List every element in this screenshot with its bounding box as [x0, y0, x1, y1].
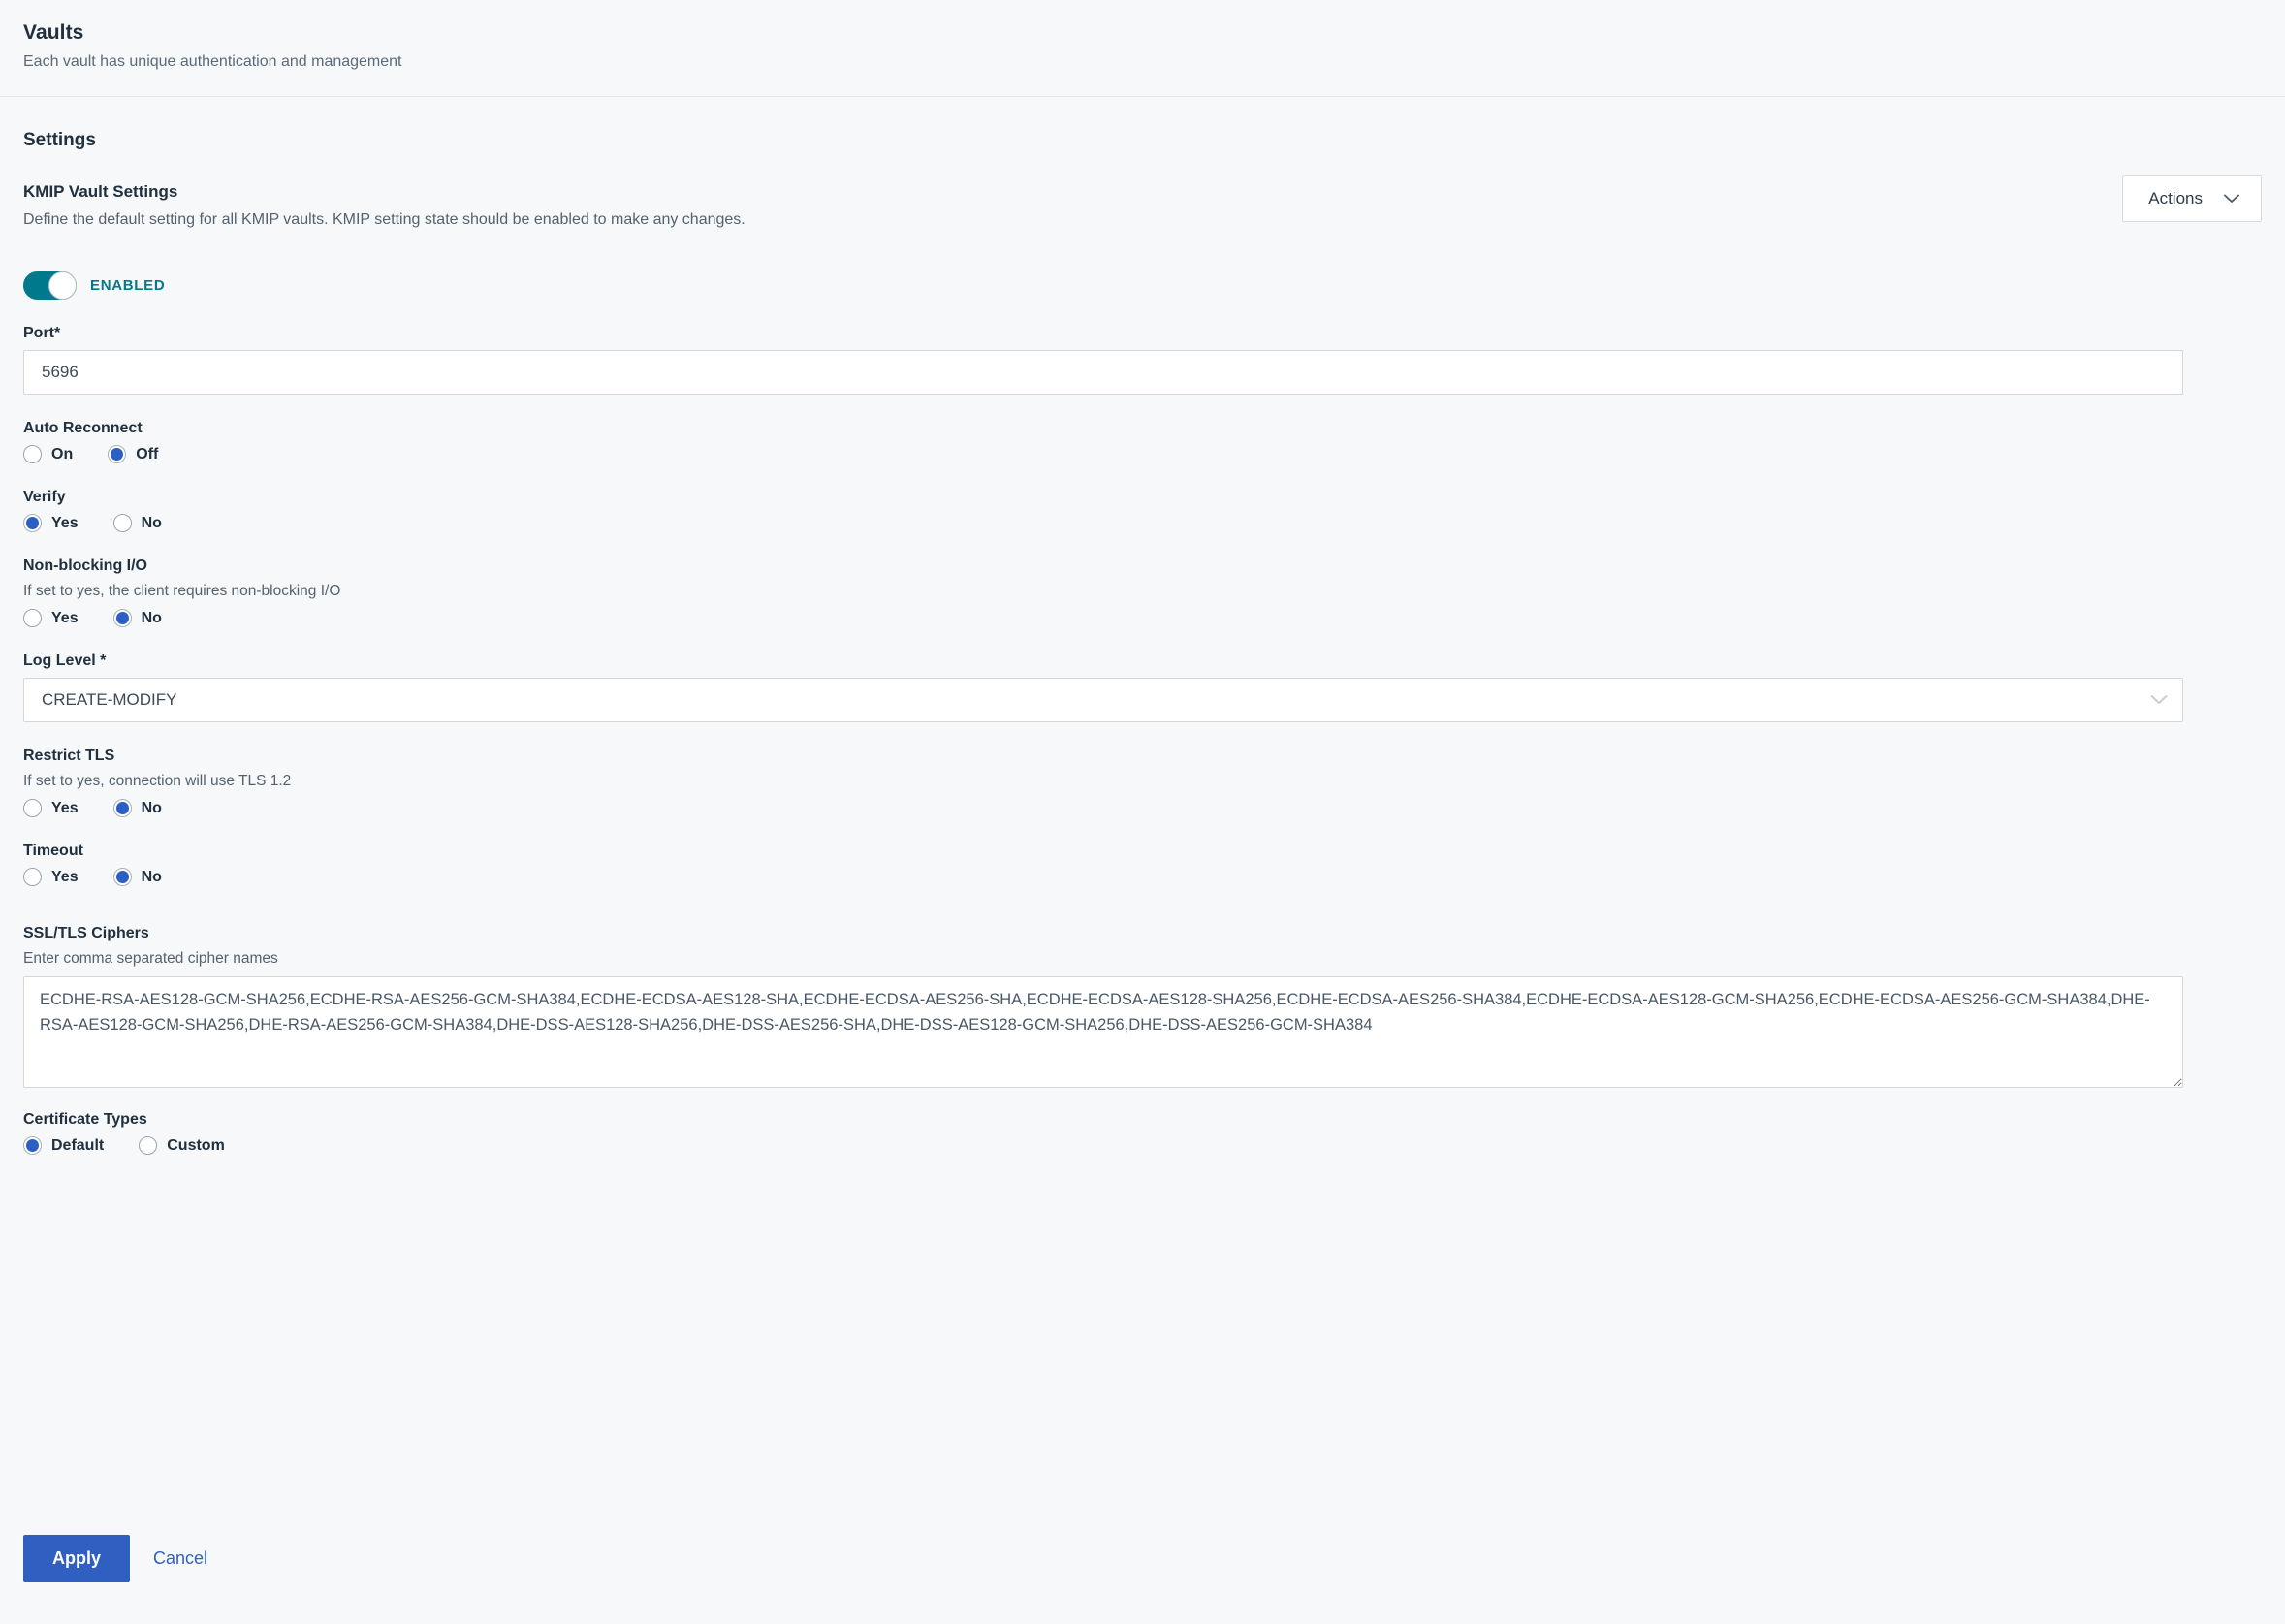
field-certificate-types: Certificate Types Default Custom	[23, 1111, 2262, 1155]
port-required-marker: *	[54, 325, 61, 341]
non-blocking-io-option-no-label: No	[141, 609, 162, 626]
radio-icon-selected	[112, 799, 132, 817]
certificate-types-option-default[interactable]: Default	[23, 1136, 104, 1155]
restrict-tls-option-no-label: No	[141, 799, 162, 816]
timeout-label: Timeout	[23, 843, 83, 859]
verify-option-no-label: No	[141, 514, 162, 531]
timeout-radio-group: Yes No	[23, 868, 2262, 886]
restrict-tls-label: Restrict TLS	[23, 748, 115, 764]
log-level-select-wrap	[23, 678, 2183, 722]
auto-reconnect-radio-group: On Off	[23, 445, 2262, 463]
apply-button[interactable]: Apply	[23, 1535, 131, 1582]
field-ssl-tls-ciphers: SSL/TLS Ciphers Enter comma separated ci…	[23, 925, 2262, 1088]
auto-reconnect-option-off-label: Off	[136, 445, 159, 462]
non-blocking-io-option-yes[interactable]: Yes	[23, 609, 79, 627]
restrict-tls-option-no[interactable]: No	[112, 799, 162, 817]
certificate-types-option-default-label: Default	[51, 1136, 105, 1154]
kmip-vault-settings-header: KMIP Vault Settings Define the default s…	[23, 175, 2262, 229]
page-subtitle: Each vault has unique authentication and…	[23, 53, 402, 70]
port-label: Port*	[23, 325, 2262, 342]
toggle-state-label: ENABLED	[90, 277, 166, 294]
field-timeout: Timeout Yes No	[23, 843, 2262, 886]
verify-radio-group: Yes No	[23, 514, 2262, 532]
verify-option-yes[interactable]: Yes	[23, 514, 79, 532]
radio-icon	[23, 445, 42, 463]
toggle-knob	[48, 271, 77, 300]
non-blocking-io-hint: If set to yes, the client requires non-b…	[23, 583, 341, 599]
radio-icon-selected	[112, 609, 132, 627]
field-log-level: Log Level *	[23, 653, 2262, 722]
kmip-vault-settings-description: Define the default setting for all KMIP …	[23, 211, 746, 228]
ssl-tls-ciphers-label: SSL/TLS Ciphers	[23, 925, 149, 941]
page-title: Vaults	[23, 21, 84, 44]
footer-actions: Apply Cancel	[23, 1535, 211, 1582]
kmip-enabled-toggle[interactable]	[23, 271, 77, 300]
field-auto-reconnect: Auto Reconnect On Off	[23, 420, 2262, 463]
kmip-enabled-toggle-row: ENABLED	[23, 271, 2262, 300]
page-header: Vaults Each vault has unique authenticat…	[0, 0, 2285, 97]
kmip-vault-settings-text: KMIP Vault Settings Define the default s…	[23, 182, 746, 229]
timeout-option-no-label: No	[141, 868, 162, 885]
field-port: Port*	[23, 325, 2262, 395]
log-level-select[interactable]	[23, 678, 2183, 722]
radio-icon-selected	[23, 1136, 42, 1155]
kmip-vault-settings-title: KMIP Vault Settings	[23, 182, 178, 201]
cancel-button[interactable]: Cancel	[149, 1543, 211, 1575]
radio-icon-selected	[23, 514, 42, 532]
auto-reconnect-label: Auto Reconnect	[23, 420, 143, 436]
restrict-tls-hint: If set to yes, connection will use TLS 1…	[23, 773, 292, 789]
ssl-tls-ciphers-textarea[interactable]: ECDHE-RSA-AES128-GCM-SHA256,ECDHE-RSA-AE…	[23, 976, 2183, 1088]
certificate-types-radio-group: Default Custom	[23, 1136, 2262, 1155]
ssl-tls-ciphers-hint: Enter comma separated cipher names	[23, 950, 278, 967]
radio-icon	[23, 868, 42, 886]
field-non-blocking-io: Non-blocking I/O If set to yes, the clie…	[23, 557, 2262, 627]
field-restrict-tls: Restrict TLS If set to yes, connection w…	[23, 748, 2262, 817]
verify-label: Verify	[23, 489, 66, 505]
radio-icon	[23, 609, 42, 627]
non-blocking-io-option-yes-label: Yes	[51, 609, 79, 626]
port-input[interactable]	[23, 350, 2183, 395]
timeout-option-yes-label: Yes	[51, 868, 79, 885]
actions-button[interactable]: Actions	[2122, 175, 2262, 222]
radio-icon	[112, 514, 132, 532]
radio-icon-selected	[112, 868, 132, 886]
chevron-down-icon	[2224, 194, 2239, 204]
certificate-types-option-custom[interactable]: Custom	[139, 1136, 225, 1155]
restrict-tls-option-yes-label: Yes	[51, 799, 79, 816]
non-blocking-io-radio-group: Yes No	[23, 609, 2262, 627]
radio-icon	[23, 799, 42, 817]
radio-icon	[139, 1136, 158, 1155]
auto-reconnect-option-off[interactable]: Off	[108, 445, 158, 463]
certificate-types-option-custom-label: Custom	[167, 1136, 225, 1154]
settings-content: Settings KMIP Vault Settings Define the …	[0, 130, 2285, 1155]
field-verify: Verify Yes No	[23, 489, 2262, 532]
restrict-tls-radio-group: Yes No	[23, 799, 2262, 817]
non-blocking-io-option-no[interactable]: No	[112, 609, 162, 627]
timeout-option-no[interactable]: No	[112, 868, 162, 886]
auto-reconnect-option-on[interactable]: On	[23, 445, 73, 463]
verify-option-yes-label: Yes	[51, 514, 79, 531]
actions-button-label: Actions	[2148, 189, 2203, 207]
timeout-option-yes[interactable]: Yes	[23, 868, 79, 886]
radio-icon-selected	[108, 445, 127, 463]
verify-option-no[interactable]: No	[112, 514, 162, 532]
auto-reconnect-option-on-label: On	[51, 445, 74, 462]
non-blocking-io-label: Non-blocking I/O	[23, 557, 147, 574]
section-title-settings: Settings	[23, 130, 96, 150]
restrict-tls-option-yes[interactable]: Yes	[23, 799, 79, 817]
certificate-types-label: Certificate Types	[23, 1111, 147, 1128]
port-label-text: Port	[23, 325, 54, 341]
log-level-label: Log Level *	[23, 653, 107, 669]
